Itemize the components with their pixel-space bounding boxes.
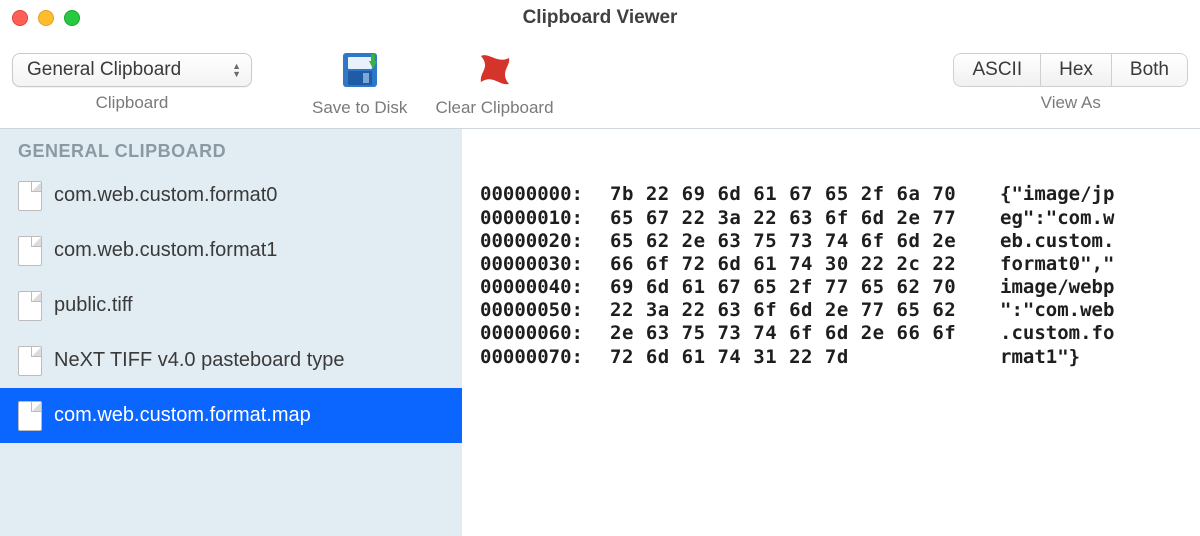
sidebar-item[interactable]: NeXT TIFF v4.0 pasteboard type xyxy=(0,333,462,388)
save-to-disk-group: Save to Disk xyxy=(312,48,407,118)
file-icon xyxy=(18,291,42,321)
hex-bytes: 2e 63 75 73 74 6f 6d 2e 66 6f xyxy=(610,322,1000,345)
hex-bytes: 22 3a 22 63 6f 6d 2e 77 65 62 xyxy=(610,299,1000,322)
hex-bytes: 65 62 2e 63 75 73 74 6f 6d 2e xyxy=(610,230,1000,253)
view-as-group: ASCII Hex Both View As xyxy=(953,53,1188,113)
save-to-disk-button[interactable] xyxy=(338,48,382,92)
toolbar: General Clipboard ▲▼ Clipboard Save to D… xyxy=(0,36,1200,128)
hex-address: 00000060: xyxy=(480,322,610,345)
hex-row: 00000050:22 3a 22 63 6f 6d 2e 77 65 62":… xyxy=(480,299,1182,322)
hex-bytes: 7b 22 69 6d 61 67 65 2f 6a 70 xyxy=(610,183,1000,206)
hex-row: 00000000:7b 22 69 6d 61 67 65 2f 6a 70{"… xyxy=(480,183,1182,206)
window-zoom-button[interactable] xyxy=(64,10,80,26)
traffic-lights xyxy=(12,10,80,26)
view-ascii-button[interactable]: ASCII xyxy=(953,53,1041,87)
sidebar-item-label: com.web.custom.format.map xyxy=(54,404,311,427)
sidebar-item[interactable]: com.web.custom.format.map xyxy=(0,388,462,443)
view-both-button[interactable]: Both xyxy=(1112,53,1188,87)
hex-ascii: format0"," xyxy=(1000,253,1182,276)
hex-address: 00000040: xyxy=(480,276,610,299)
body: GENERAL CLIPBOARD com.web.custom.format0… xyxy=(0,128,1200,536)
sidebar-item-label: public.tiff xyxy=(54,294,133,317)
sidebar: GENERAL CLIPBOARD com.web.custom.format0… xyxy=(0,128,462,536)
hex-bytes: 69 6d 61 67 65 2f 77 65 62 70 xyxy=(610,276,1000,299)
view-as-label: View As xyxy=(1041,93,1101,113)
hex-ascii: rmat1"} xyxy=(1000,346,1182,369)
hex-address: 00000000: xyxy=(480,183,610,206)
hex-address: 00000070: xyxy=(480,346,610,369)
clear-clipboard-group: Clear Clipboard xyxy=(435,48,553,118)
floppy-disk-icon xyxy=(339,49,381,91)
file-icon xyxy=(18,181,42,211)
hex-address: 00000010: xyxy=(480,207,610,230)
view-as-segmented: ASCII Hex Both xyxy=(953,53,1188,87)
window-close-button[interactable] xyxy=(12,10,28,26)
sidebar-item[interactable]: com.web.custom.format0 xyxy=(0,168,462,223)
hex-row: 00000010:65 67 22 3a 22 63 6f 6d 2e 77eg… xyxy=(480,207,1182,230)
sidebar-item-label: com.web.custom.format0 xyxy=(54,184,277,207)
clipboard-dropdown[interactable]: General Clipboard ▲▼ xyxy=(12,53,252,87)
hex-bytes: 65 67 22 3a 22 63 6f 6d 2e 77 xyxy=(610,207,1000,230)
hex-address: 00000050: xyxy=(480,299,610,322)
titlebar: Clipboard Viewer xyxy=(0,0,1200,36)
hex-ascii: eb.custom. xyxy=(1000,230,1182,253)
hex-ascii: image/webp xyxy=(1000,276,1182,299)
hex-row: 00000060:2e 63 75 73 74 6f 6d 2e 66 6f.c… xyxy=(480,322,1182,345)
hex-row: 00000030:66 6f 72 6d 61 74 30 22 2c 22fo… xyxy=(480,253,1182,276)
clear-clipboard-label: Clear Clipboard xyxy=(435,98,553,118)
hexdump-pane: 00000000:7b 22 69 6d 61 67 65 2f 6a 70{"… xyxy=(462,128,1200,536)
sidebar-item[interactable]: public.tiff xyxy=(0,278,462,333)
x-icon xyxy=(475,50,515,90)
hex-address: 00000030: xyxy=(480,253,610,276)
hex-ascii: {"image/jp xyxy=(1000,183,1182,206)
clipboard-label: Clipboard xyxy=(96,93,169,113)
file-icon xyxy=(18,346,42,376)
window-title: Clipboard Viewer xyxy=(523,7,678,29)
chevron-updown-icon: ▲▼ xyxy=(232,62,241,78)
sidebar-header: GENERAL CLIPBOARD xyxy=(0,129,462,168)
hex-ascii: .custom.fo xyxy=(1000,322,1182,345)
hex-row: 00000020:65 62 2e 63 75 73 74 6f 6d 2eeb… xyxy=(480,230,1182,253)
hex-ascii: ":"com.web xyxy=(1000,299,1182,322)
hex-row: 00000040:69 6d 61 67 65 2f 77 65 62 70im… xyxy=(480,276,1182,299)
clipboard-group: General Clipboard ▲▼ Clipboard xyxy=(12,53,252,113)
sidebar-item[interactable]: com.web.custom.format1 xyxy=(0,223,462,278)
save-to-disk-label: Save to Disk xyxy=(312,98,407,118)
file-icon xyxy=(18,401,42,431)
file-icon xyxy=(18,236,42,266)
sidebar-item-label: com.web.custom.format1 xyxy=(54,239,277,262)
hex-address: 00000020: xyxy=(480,230,610,253)
sidebar-item-label: NeXT TIFF v4.0 pasteboard type xyxy=(54,349,345,372)
hex-ascii: eg":"com.w xyxy=(1000,207,1182,230)
window-minimize-button[interactable] xyxy=(38,10,54,26)
hex-bytes: 66 6f 72 6d 61 74 30 22 2c 22 xyxy=(610,253,1000,276)
clear-clipboard-button[interactable] xyxy=(473,48,517,92)
hex-bytes: 72 6d 61 74 31 22 7d xyxy=(610,346,1000,369)
clipboard-dropdown-value: General Clipboard xyxy=(27,59,181,81)
hex-row: 00000070:72 6d 61 74 31 22 7d rmat1"} xyxy=(480,346,1182,369)
view-hex-button[interactable]: Hex xyxy=(1041,53,1112,87)
